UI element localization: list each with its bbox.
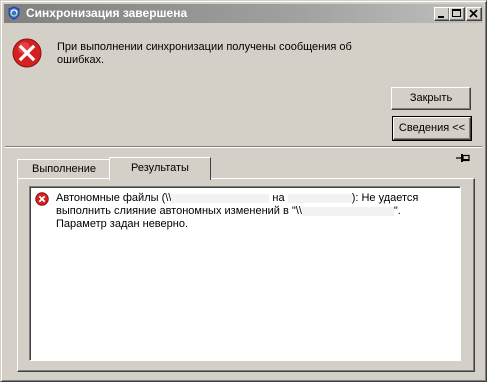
result-message: Автономные файлы (\\ на ): Не удается вы… xyxy=(56,192,426,231)
tab-results[interactable]: Результаты xyxy=(109,157,211,180)
result-text-part: ". xyxy=(393,205,401,217)
redacted-text xyxy=(287,193,352,203)
results-tab-panel: Автономные файлы (\\ на ): Не удается вы… xyxy=(17,178,475,372)
error-icon xyxy=(35,192,49,206)
maximize-icon xyxy=(452,9,461,17)
close-button[interactable]: Закрыть xyxy=(391,87,471,110)
redacted-text xyxy=(301,206,394,216)
error-summary-message: При выполнении синхронизации получены со… xyxy=(57,41,352,66)
error-icon xyxy=(12,38,42,68)
result-text-part: Параметр задан неверно. xyxy=(56,218,189,230)
maximize-button[interactable] xyxy=(449,7,465,21)
sync-app-icon xyxy=(8,6,20,20)
window-title: Синхронизация завершена xyxy=(26,6,188,20)
separator xyxy=(5,146,482,148)
pin-icon[interactable] xyxy=(455,151,471,165)
minimize-icon xyxy=(438,16,444,18)
redacted-text xyxy=(171,193,270,203)
sync-dialog-window: Синхронизация завершена При выполнении с… xyxy=(0,0,487,382)
results-list[interactable]: Автономные файлы (\\ на ): Не удается вы… xyxy=(29,186,461,361)
details-toggle-button[interactable]: Сведения << xyxy=(392,116,472,141)
result-text-part: на xyxy=(272,192,285,204)
close-window-button[interactable] xyxy=(466,7,482,21)
result-text-part: Автономные файлы (\\ xyxy=(56,192,172,204)
tab-execution[interactable]: Выполнение xyxy=(17,159,111,179)
close-icon xyxy=(469,9,478,18)
title-bar[interactable]: Синхронизация завершена xyxy=(4,4,483,23)
minimize-button[interactable] xyxy=(434,7,450,21)
